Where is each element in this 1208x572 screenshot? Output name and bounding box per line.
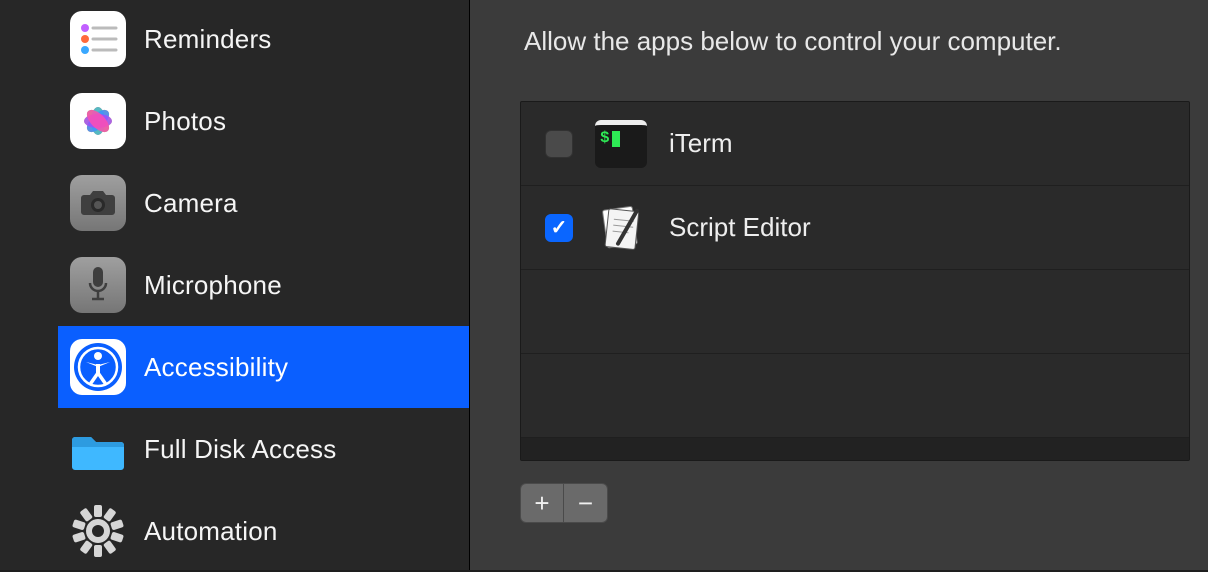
app-row-empty [521, 270, 1189, 354]
sidebar-item-label: Microphone [144, 270, 282, 301]
gear-icon [70, 503, 126, 559]
sidebar-item-automation[interactable]: Automation [58, 490, 469, 572]
sidebar-item-full-disk-access[interactable]: Full Disk Access [58, 408, 469, 490]
app-row-empty [521, 438, 1189, 461]
add-remove-buttons: + − [520, 483, 1194, 523]
sidebar-item-label: Accessibility [144, 352, 288, 383]
sidebar-item-label: Full Disk Access [144, 434, 336, 465]
plus-icon: + [534, 488, 549, 519]
sidebar-item-accessibility[interactable]: Accessibility [58, 326, 469, 408]
iterm-icon [595, 118, 647, 170]
sidebar-item-photos[interactable]: Photos [58, 80, 469, 162]
reminders-icon [70, 11, 126, 67]
app-row-empty [521, 354, 1189, 438]
script-editor-icon [595, 202, 647, 254]
app-name-label: Script Editor [669, 212, 811, 243]
description-text: Allow the apps below to control your com… [524, 26, 1194, 57]
app-row-script-editor[interactable]: ✓ Script Editor [521, 186, 1189, 270]
main-panel: Allow the apps below to control your com… [470, 0, 1208, 570]
photos-icon [70, 93, 126, 149]
check-icon: ✓ [551, 215, 568, 240]
app-list: ✓ iTerm ✓ Script Editor [520, 101, 1190, 461]
checkbox-script-editor[interactable]: ✓ [545, 214, 573, 242]
sidebar: Reminders Photos [0, 0, 470, 570]
checkbox-iterm[interactable]: ✓ [545, 130, 573, 158]
remove-button[interactable]: − [564, 483, 608, 523]
camera-icon [70, 175, 126, 231]
folder-icon [70, 421, 126, 477]
sidebar-item-label: Automation [144, 516, 278, 547]
add-button[interactable]: + [520, 483, 564, 523]
microphone-icon [70, 257, 126, 313]
sidebar-item-label: Camera [144, 188, 238, 219]
sidebar-item-reminders[interactable]: Reminders [58, 0, 469, 80]
app-name-label: iTerm [669, 128, 733, 159]
sidebar-item-camera[interactable]: Camera [58, 162, 469, 244]
sidebar-item-label: Reminders [144, 24, 272, 55]
sidebar-item-microphone[interactable]: Microphone [58, 244, 469, 326]
sidebar-item-label: Photos [144, 106, 226, 137]
app-row-iterm[interactable]: ✓ iTerm [521, 102, 1189, 186]
minus-icon: − [578, 488, 593, 519]
accessibility-icon [70, 339, 126, 395]
